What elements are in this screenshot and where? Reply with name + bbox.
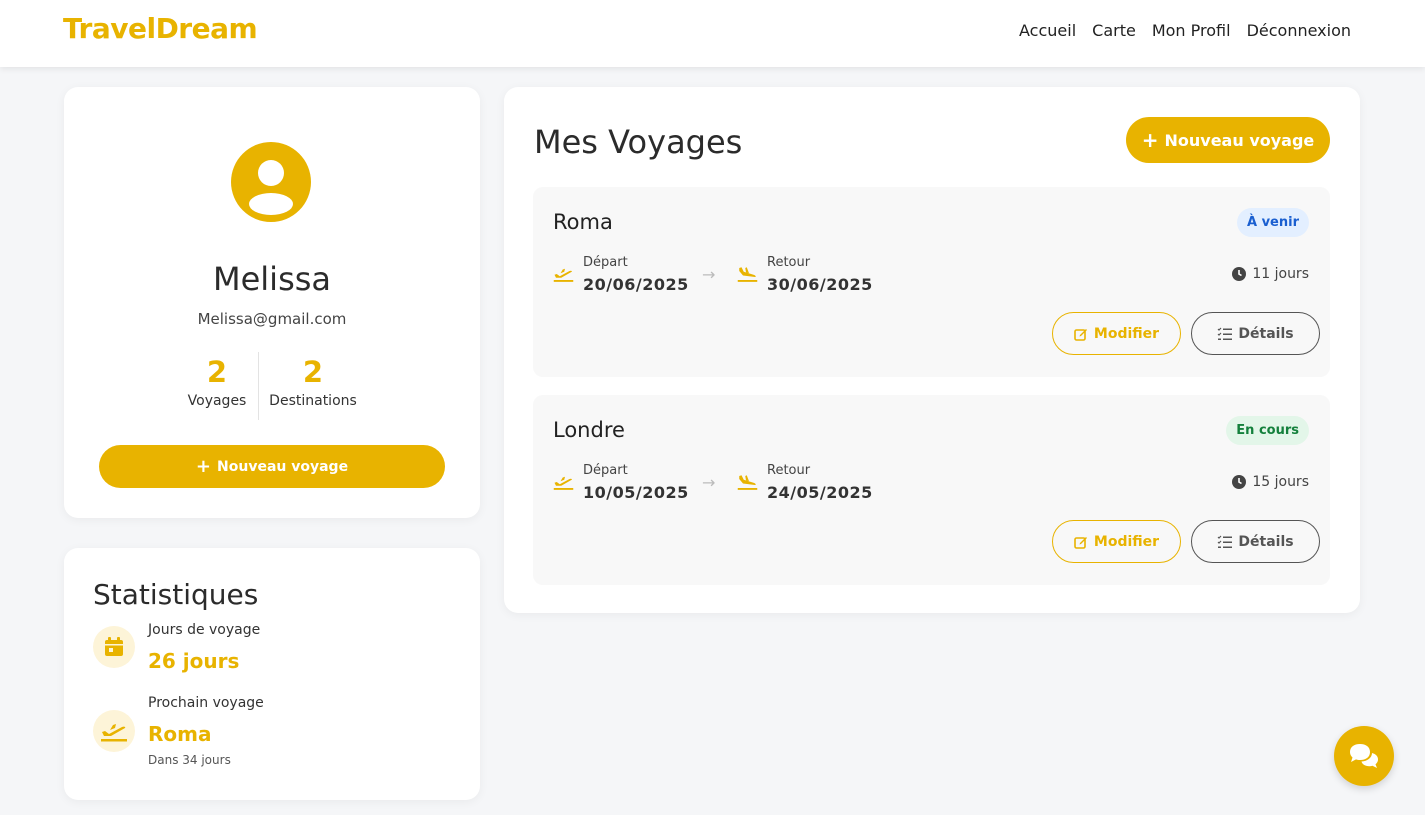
travel-days-value: 26 jours xyxy=(148,649,240,673)
stat-destinations: 2 Destinations xyxy=(263,355,363,409)
modify-button[interactable]: Modifier xyxy=(1052,520,1181,563)
chat-icon xyxy=(1350,744,1378,768)
nav-mon-profil[interactable]: Mon Profil xyxy=(1152,21,1231,40)
next-trip-label: Prochain voyage xyxy=(148,695,264,711)
next-trip-value: Roma xyxy=(148,722,212,746)
clock-icon xyxy=(1232,267,1247,281)
return-date: 24/05/2025 xyxy=(767,483,873,502)
list-check-icon xyxy=(1217,327,1233,340)
trip-card-roma: Roma À venir Départ 20/06/2025 → Retour … xyxy=(533,187,1330,377)
nav-accueil[interactable]: Accueil xyxy=(1019,21,1076,40)
profile-card: Melissa Melissa@gmail.com 2 Voyages 2 De… xyxy=(64,87,480,518)
navbar: TravelDream Accueil Carte Mon Profil Déc… xyxy=(0,0,1425,67)
statistics-card: Statistiques Jours de voyage 26 jours Pr… xyxy=(64,548,480,800)
stat-destinations-value: 2 xyxy=(302,355,324,389)
stat-voyages-value: 2 xyxy=(206,355,228,389)
nav-links: Accueil Carte Mon Profil Déconnexion xyxy=(1019,21,1351,40)
trip-name: Londre xyxy=(553,418,625,442)
trip-card-londre: Londre En cours Départ 10/05/2025 → Reto… xyxy=(533,395,1330,585)
trip-duration-text: 11 jours xyxy=(1252,266,1309,282)
plane-arrival-icon xyxy=(737,475,758,490)
details-label: Détails xyxy=(1238,533,1294,550)
depart-label: Départ xyxy=(583,255,628,270)
depart-label: Départ xyxy=(583,463,628,478)
edit-icon xyxy=(1074,328,1087,341)
trip-duration: 11 jours xyxy=(1232,266,1309,282)
details-button[interactable]: Détails xyxy=(1191,520,1320,563)
profile-name: Melissa xyxy=(212,260,332,298)
profile-new-trip-button[interactable]: + Nouveau voyage xyxy=(99,445,445,488)
depart-date: 10/05/2025 xyxy=(583,483,689,502)
calendar-icon xyxy=(93,626,135,668)
plane-departure-icon xyxy=(553,268,574,282)
nav-deconnexion[interactable]: Déconnexion xyxy=(1247,21,1351,40)
profile-email: Melissa@gmail.com xyxy=(197,310,347,328)
plus-icon: + xyxy=(195,455,212,477)
statistics-title: Statistiques xyxy=(93,578,259,611)
details-button[interactable]: Détails xyxy=(1191,312,1320,355)
user-icon xyxy=(249,160,293,215)
plane-departure-icon xyxy=(553,476,574,490)
trip-duration-text: 15 jours xyxy=(1252,474,1309,490)
stat-voyages-label: Voyages xyxy=(187,393,247,409)
voyages-card: Mes Voyages + Nouveau voyage Roma À veni… xyxy=(504,87,1360,613)
arrow-right-icon: → xyxy=(702,473,716,492)
list-check-icon xyxy=(1217,535,1233,548)
avatar xyxy=(231,142,311,222)
travel-days-label: Jours de voyage xyxy=(148,622,261,638)
return-date: 30/06/2025 xyxy=(767,275,873,294)
stat-destinations-label: Destinations xyxy=(269,393,357,409)
modify-label: Modifier xyxy=(1093,325,1160,342)
stat-divider xyxy=(258,352,259,420)
edit-icon xyxy=(1074,536,1087,549)
nav-carte[interactable]: Carte xyxy=(1092,21,1136,40)
modify-label: Modifier xyxy=(1093,533,1160,550)
details-label: Détails xyxy=(1238,325,1294,342)
trip-name: Roma xyxy=(553,210,613,234)
depart-date: 20/06/2025 xyxy=(583,275,689,294)
next-trip-sub: Dans 34 jours xyxy=(148,753,231,767)
status-badge: En cours xyxy=(1226,416,1309,445)
voyages-new-trip-button[interactable]: + Nouveau voyage xyxy=(1126,117,1330,163)
chat-button[interactable] xyxy=(1334,726,1394,786)
clock-icon xyxy=(1232,475,1247,489)
trip-duration: 15 jours xyxy=(1232,474,1309,490)
status-badge: À venir xyxy=(1237,208,1309,237)
stat-voyages: 2 Voyages xyxy=(167,355,267,409)
voyages-title: Mes Voyages xyxy=(534,123,743,161)
arrow-right-icon: → xyxy=(702,265,716,284)
voyages-new-trip-label: Nouveau voyage xyxy=(1164,130,1315,150)
plus-icon: + xyxy=(1141,128,1159,152)
modify-button[interactable]: Modifier xyxy=(1052,312,1181,355)
profile-new-trip-label: Nouveau voyage xyxy=(217,458,349,475)
return-label: Retour xyxy=(767,463,811,478)
plane-departure-icon xyxy=(93,710,135,752)
return-label: Retour xyxy=(767,255,811,270)
plane-arrival-icon xyxy=(737,267,758,282)
brand-logo[interactable]: TravelDream xyxy=(63,12,258,45)
